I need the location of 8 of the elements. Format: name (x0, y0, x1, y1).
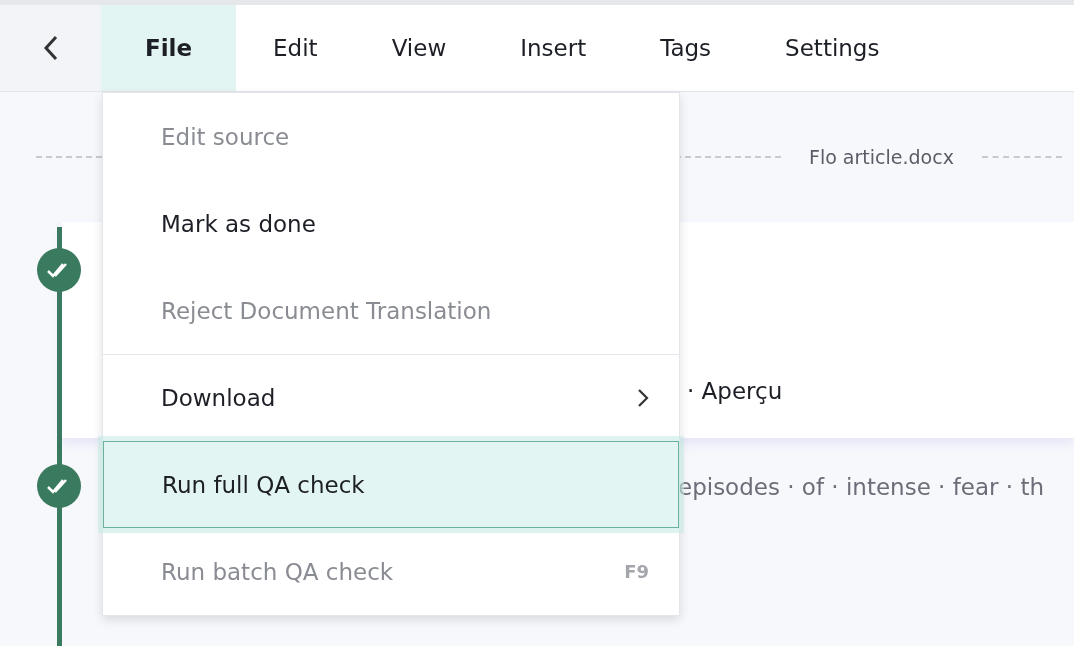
file-name: Flo article.docx (809, 146, 954, 168)
menu-tab[interactable]: File (101, 5, 237, 91)
back-button[interactable] (0, 5, 101, 91)
shortcut-key: F9 (624, 561, 649, 582)
menu-item[interactable]: Mark as done (103, 180, 679, 267)
segment-text: episodes · of · intense · fear · th (678, 474, 1045, 500)
back-icon (42, 34, 59, 62)
segment-text: · Aperçu (687, 378, 783, 404)
